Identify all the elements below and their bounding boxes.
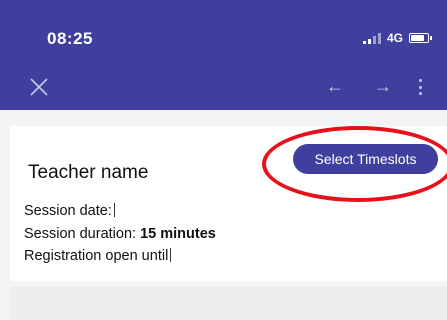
network-type: 4G bbox=[386, 31, 403, 45]
registration-open-until: Registration open until bbox=[24, 248, 172, 264]
session-duration-value: 15 minutes bbox=[140, 226, 216, 242]
battery-icon bbox=[409, 33, 432, 43]
signal-icon bbox=[362, 32, 381, 44]
arrow-left-icon[interactable]: ← bbox=[326, 77, 344, 95]
more-vert-icon[interactable] bbox=[418, 79, 422, 95]
close-icon[interactable] bbox=[28, 76, 50, 98]
next-card bbox=[10, 287, 447, 320]
session-duration-label: Session duration: bbox=[24, 226, 137, 242]
select-timeslots-button[interactable]: Select Timeslots bbox=[293, 144, 438, 174]
status-indicators: 4G bbox=[362, 31, 432, 45]
text-cursor bbox=[170, 248, 172, 262]
status-time: 08:25 bbox=[47, 29, 93, 48]
text-cursor bbox=[113, 203, 115, 217]
teacher-name: Teacher name bbox=[28, 162, 149, 183]
session-date-label: Session date: bbox=[24, 203, 112, 219]
arrow-right-icon[interactable]: → bbox=[374, 77, 392, 95]
registration-label: Registration open until bbox=[24, 248, 169, 264]
app-bar: 08:25 4G ← → bbox=[0, 0, 447, 110]
session-duration: Session duration: 15 minutes bbox=[24, 226, 216, 242]
session-date: Session date: bbox=[24, 203, 115, 219]
